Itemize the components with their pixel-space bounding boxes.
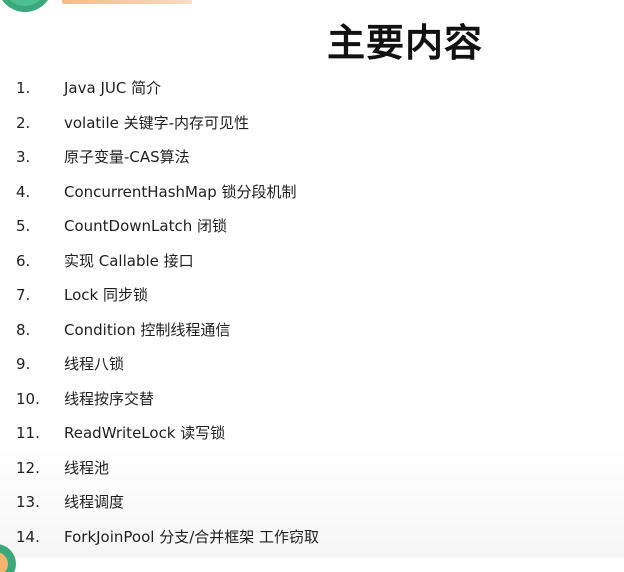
- agenda-item: 14. ForkJoinPool 分支/合并框架 工作窃取: [0, 525, 600, 551]
- agenda-item: 6. 实现 Callable 接口: [0, 249, 600, 275]
- item-label: Condition 控制线程通信: [64, 320, 231, 339]
- item-label: 线程调度: [64, 493, 125, 511]
- item-label: 实现 Callable 接口: [64, 251, 194, 270]
- slide-title: 主要内容: [327, 20, 484, 65]
- item-number: 7.: [16, 286, 31, 304]
- item-number: 11.: [16, 424, 40, 442]
- item-number: 2.: [16, 113, 31, 132]
- item-label: 线程池: [64, 458, 110, 477]
- item-number: 8.: [16, 320, 31, 339]
- agenda-item: 10. 线程按序交替: [0, 387, 600, 413]
- agenda-item: 2. volatile 关键字-内存可见性: [0, 111, 600, 137]
- agenda-item: 12. 线程池: [0, 456, 600, 482]
- item-number: 13.: [16, 493, 40, 511]
- agenda-item: 5. CountDownLatch 闭锁: [0, 214, 600, 240]
- slide: 主要内容 1. Java JUC 简介 2. volatile 关键字-内存可见…: [0, 0, 624, 572]
- item-label: 线程八锁: [64, 355, 125, 373]
- item-number: 10.: [16, 389, 40, 408]
- agenda-item: 7. Lock 同步锁: [0, 283, 600, 309]
- corner-accent-icon: [0, 544, 16, 572]
- item-label: ReadWriteLock 读写锁: [64, 424, 226, 442]
- item-number: 9.: [16, 355, 31, 373]
- agenda-item: 8. Condition 控制线程通信: [0, 318, 600, 344]
- logo-wordmark: [62, 0, 192, 4]
- agenda-item: 11. ReadWriteLock 读写锁: [0, 421, 600, 447]
- agenda-item: 3. 原子变量-CAS算法: [0, 145, 600, 171]
- item-number: 12.: [16, 458, 40, 477]
- agenda-item: 13. 线程调度: [0, 490, 600, 516]
- item-label: Java JUC 简介: [64, 79, 162, 97]
- item-number: 6.: [16, 251, 31, 270]
- item-label: volatile 关键字-内存可见性: [64, 113, 250, 132]
- item-number: 3.: [16, 148, 31, 166]
- item-number: 5.: [16, 217, 31, 235]
- agenda-item: 9. 线程八锁: [0, 352, 600, 378]
- item-number: 1.: [16, 79, 31, 97]
- item-label: ConcurrentHashMap 锁分段机制: [64, 182, 297, 201]
- item-label: ForkJoinPool 分支/合并框架 工作窃取: [64, 527, 320, 546]
- item-number: 4.: [16, 182, 31, 201]
- brand-logo-icon: [2, 0, 48, 12]
- agenda-item: 1. Java JUC 简介: [0, 76, 600, 102]
- item-label: Lock 同步锁: [64, 286, 148, 304]
- item-label: 线程按序交替: [64, 389, 155, 408]
- item-label: 原子变量-CAS算法: [64, 148, 190, 166]
- item-label: CountDownLatch 闭锁: [64, 217, 228, 235]
- agenda-item: 4. ConcurrentHashMap 锁分段机制: [0, 180, 600, 206]
